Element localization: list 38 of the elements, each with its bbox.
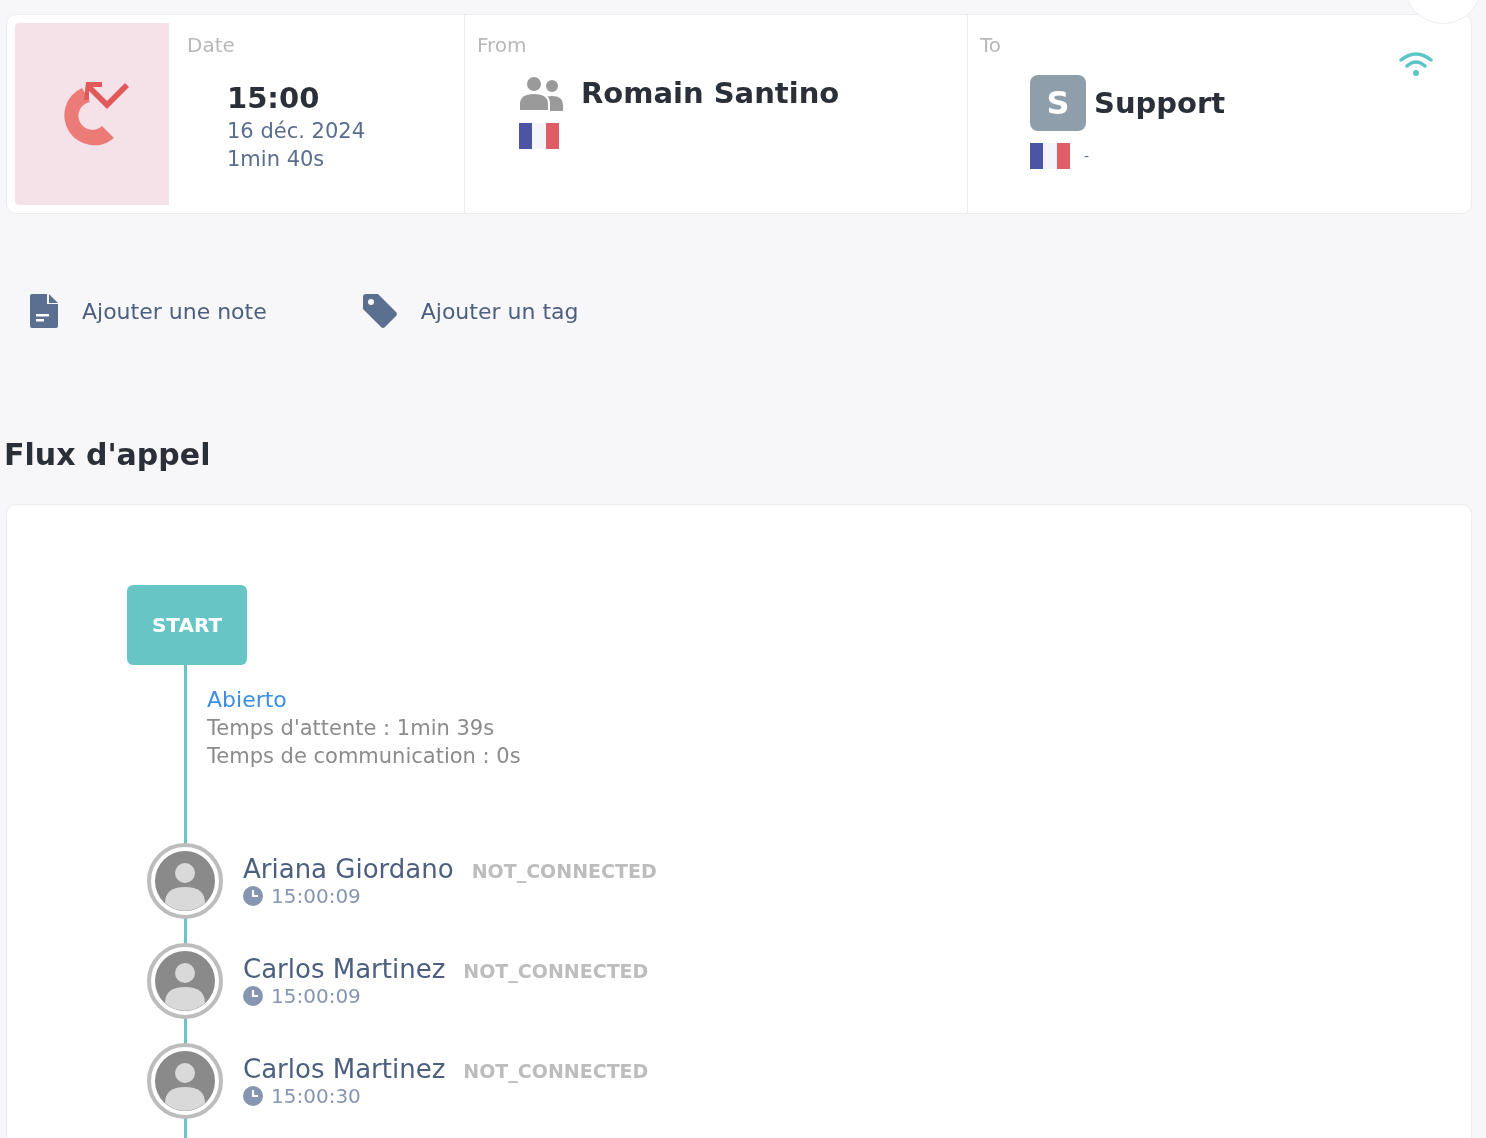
- agent-time: 15:00:30: [271, 1084, 361, 1108]
- column-label: To: [980, 33, 1003, 57]
- start-node: START: [127, 585, 247, 665]
- france-flag-icon: [519, 123, 559, 149]
- clock-icon: [243, 886, 263, 906]
- tag-icon: [362, 294, 397, 328]
- caller-name: Romain Santino: [581, 76, 840, 110]
- wifi-icon: [1399, 51, 1433, 77]
- action-button[interactable]: Ajouter une note: [30, 294, 267, 328]
- avatar-icon: [147, 943, 223, 1019]
- document-icon: [30, 294, 58, 328]
- call-time: 15:00: [227, 81, 321, 115]
- agent-status: NOT_CONNECTED: [471, 860, 657, 882]
- section-title: Flux d'appel: [4, 440, 212, 470]
- call-date: 16 déc. 2024: [227, 119, 366, 143]
- column-label: From: [477, 33, 528, 57]
- france-flag-icon: [1030, 143, 1070, 169]
- agent-name: Ariana Giordano: [243, 854, 454, 884]
- agent-time: 15:00:09: [271, 884, 361, 908]
- talk-time: Temps de communication : 0s: [207, 744, 522, 768]
- agent-status: NOT_CONNECTED: [463, 960, 649, 982]
- agent-status: NOT_CONNECTED: [463, 1060, 649, 1082]
- contacts-icon: [519, 75, 565, 111]
- wait-time: Temps d'attente : 1min 39s: [207, 716, 496, 740]
- column-label: Date: [187, 33, 236, 57]
- clock-icon: [243, 1086, 263, 1106]
- agent-name: Carlos Martinez: [243, 1054, 446, 1084]
- call-duration: 1min 40s: [227, 147, 326, 171]
- avatar-icon: [147, 843, 223, 919]
- agent-time: 15:00:09: [271, 984, 361, 1008]
- callee-name: Support: [1094, 86, 1226, 120]
- queue-name[interactable]: Abierto: [207, 687, 1471, 712]
- agent-name: Carlos Martinez: [243, 954, 446, 984]
- callee-number: -: [1084, 148, 1090, 164]
- action-button[interactable]: Ajouter un tag: [362, 294, 579, 328]
- avatar-icon: [147, 1043, 223, 1119]
- avatar-letter: S: [1030, 75, 1086, 131]
- clock-icon: [243, 986, 263, 1006]
